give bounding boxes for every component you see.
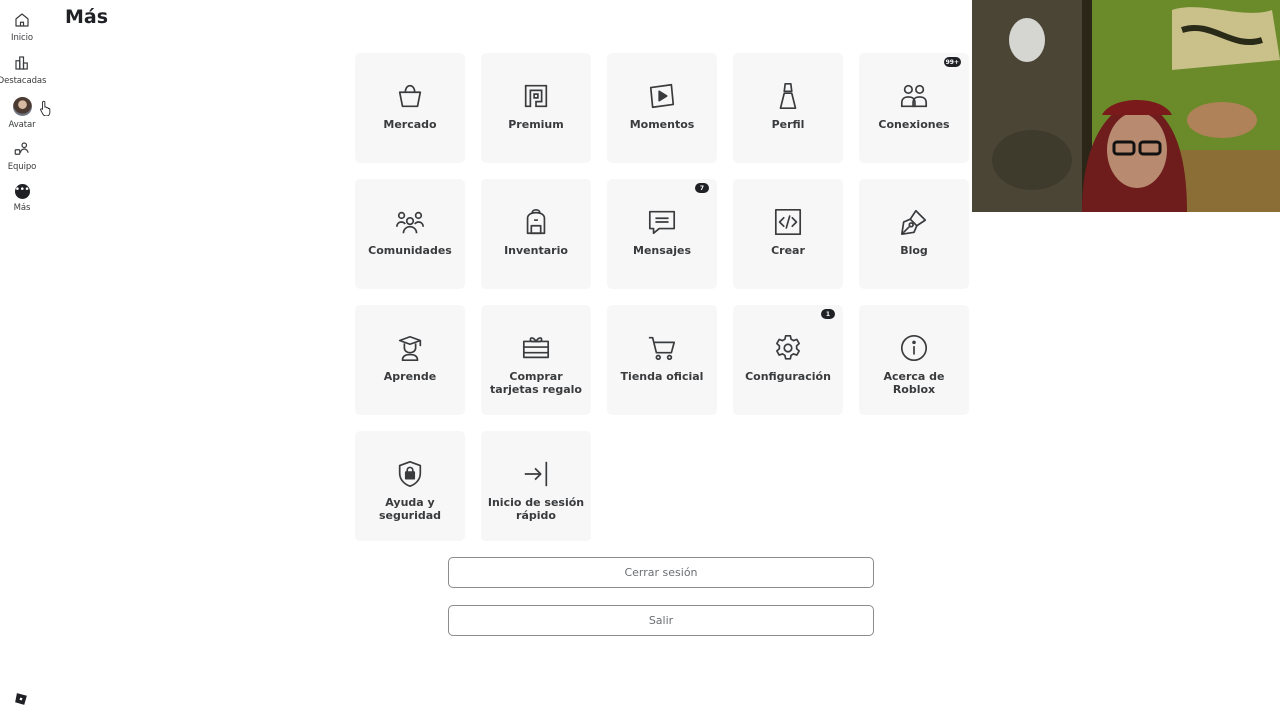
avatar-icon <box>12 97 32 116</box>
sidebar-item-avatar[interactable]: Avatar <box>0 97 44 130</box>
tile-label: Crear <box>771 244 805 257</box>
tile-label: Comunidades <box>368 244 452 257</box>
message-icon <box>648 210 676 235</box>
tile-tienda-oficial[interactable]: Tienda oficial <box>607 305 717 415</box>
pen-icon <box>900 209 927 236</box>
notification-badge: 1 <box>821 309 835 319</box>
cart-icon <box>648 336 676 361</box>
sidebar-item-charts[interactable]: Destacadas <box>0 54 47 86</box>
backpack-icon <box>526 208 546 235</box>
tile-mercado[interactable]: Mercado <box>355 53 465 163</box>
tile-configuracion[interactable]: 1 Configuración <box>733 305 843 415</box>
tile-blog[interactable]: Blog <box>859 179 969 289</box>
webcam-image <box>972 0 1280 212</box>
sidebar-item-label: Destacadas <box>0 76 47 86</box>
webcam-overlay <box>972 0 1280 212</box>
tile-label: Inventario <box>504 244 568 257</box>
code-icon <box>774 208 802 236</box>
notification-badge: 7 <box>695 183 709 193</box>
more-icon: ••• <box>14 184 30 199</box>
tile-label: Ayuda y seguridad <box>378 496 442 522</box>
learn-icon <box>398 335 422 362</box>
tile-label: Premium <box>508 118 564 131</box>
sidebar-item-label: Inicio <box>11 33 33 43</box>
tile-label: Mensajes <box>633 244 691 257</box>
sidebar-item-label: Avatar <box>8 120 36 130</box>
gift-card-icon <box>522 337 550 359</box>
tile-label: Mercado <box>383 118 437 131</box>
tile-premium[interactable]: Premium <box>481 53 591 163</box>
sidebar-item-label: Más <box>13 203 31 213</box>
tile-conexiones[interactable]: 99+ Conexiones <box>859 53 969 163</box>
gear-icon <box>776 334 800 360</box>
communities-icon <box>396 211 424 234</box>
login-icon <box>524 461 548 487</box>
tile-label: Tienda oficial <box>620 370 704 383</box>
logout-button[interactable]: Cerrar sesión <box>448 557 874 588</box>
tile-perfil[interactable]: Perfil <box>733 53 843 163</box>
exit-button[interactable]: Salir <box>448 605 874 636</box>
tile-acerca-de-roblox[interactable]: Acerca de Roblox <box>859 305 969 415</box>
profile-icon <box>779 82 797 110</box>
tile-label: Configuración <box>745 370 831 383</box>
roblox-logo-icon[interactable] <box>14 692 28 706</box>
tile-comunidades[interactable]: Comunidades <box>355 179 465 289</box>
page-title: Más <box>65 6 109 28</box>
tile-label: Acerca de Roblox <box>883 370 945 396</box>
tile-label: Conexiones <box>878 118 950 131</box>
tile-label: Aprende <box>383 370 437 383</box>
notification-badge: 99+ <box>943 57 961 67</box>
sidebar-item-team[interactable]: Equipo <box>0 140 44 172</box>
tile-inicio-sesion-rapido[interactable]: Inicio de sesión rápido <box>481 431 591 541</box>
sidebar-item-label: Equipo <box>7 162 37 172</box>
tile-label: Blog <box>900 244 928 257</box>
info-icon <box>900 334 928 362</box>
hand-cursor-icon <box>40 100 51 116</box>
shield-lock-icon <box>398 460 422 488</box>
tile-mensajes[interactable]: 7 Mensajes <box>607 179 717 289</box>
tile-crear[interactable]: Crear <box>733 179 843 289</box>
tile-label: Inicio de sesión rápido <box>487 496 585 522</box>
tile-momentos[interactable]: Momentos <box>607 53 717 163</box>
sidebar-item-more[interactable]: ••• Más <box>0 184 44 213</box>
team-icon <box>14 142 29 155</box>
home-icon <box>15 13 29 27</box>
tile-label: Momentos <box>629 118 695 131</box>
sidebar: Inicio Destacadas Avatar Equipo ••• Más <box>0 0 47 720</box>
play-icon <box>649 83 675 109</box>
charts-icon <box>15 56 28 70</box>
tile-label: Perfil <box>771 118 805 131</box>
sidebar-item-home[interactable]: Inicio <box>0 11 44 43</box>
tile-tarjetas-regalo[interactable]: Comprar tarjetas regalo <box>481 305 591 415</box>
shopping-bag-icon <box>398 84 422 108</box>
tile-ayuda-seguridad[interactable]: Ayuda y seguridad <box>355 431 465 541</box>
premium-icon <box>524 84 548 108</box>
tile-aprende[interactable]: Aprende <box>355 305 465 415</box>
connections-icon <box>900 84 928 108</box>
tile-inventario[interactable]: Inventario <box>481 179 591 289</box>
tile-label: Comprar tarjetas regalo <box>490 370 582 396</box>
